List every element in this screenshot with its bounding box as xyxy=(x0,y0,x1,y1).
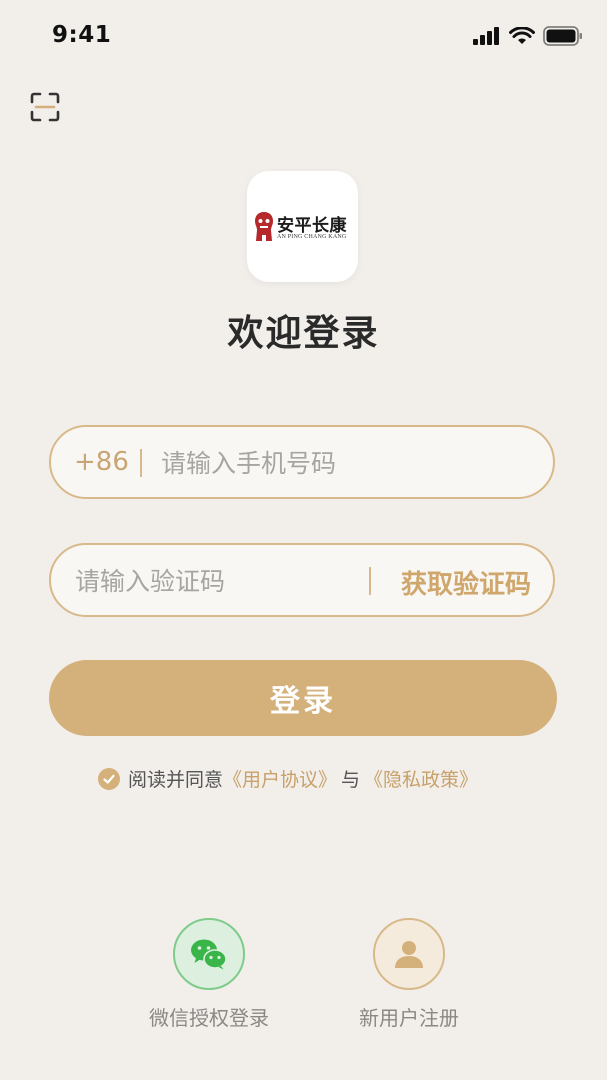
agreement-text: 阅读并同意 xyxy=(128,769,224,791)
logo-mark-icon xyxy=(255,212,273,241)
status-time: 9:41 xyxy=(52,22,112,48)
signal-icon xyxy=(473,27,499,45)
phone-input[interactable] xyxy=(161,443,531,483)
wechat-login[interactable]: 微信授权登录 xyxy=(129,918,289,1031)
agreement-join-text: 与 xyxy=(341,769,361,791)
register-button[interactable] xyxy=(373,918,445,990)
agreement-checkbox[interactable] xyxy=(98,767,120,790)
page-title: 欢迎登录 xyxy=(227,312,380,354)
check-icon xyxy=(103,774,115,784)
status-icons xyxy=(473,26,583,46)
logo-cn-name: 安平长康 xyxy=(277,216,347,236)
user-agreement-link[interactable]: 《用户协议》 xyxy=(223,765,337,792)
wifi-icon xyxy=(509,27,535,44)
scan-icon[interactable] xyxy=(30,92,60,122)
privacy-policy-link[interactable]: 《隐私政策》 xyxy=(364,765,478,792)
country-code-prefix[interactable]: +86 xyxy=(74,447,129,477)
phone-field: +86 xyxy=(49,425,555,499)
app-logo: 安平长康 AN PING CHANG KANG xyxy=(247,171,358,282)
new-user-register[interactable]: 新用户注册 xyxy=(329,918,489,1031)
register-label: 新用户注册 xyxy=(359,1006,459,1030)
status-bar: 9:41 xyxy=(0,0,607,72)
verification-code-input[interactable] xyxy=(75,561,355,601)
verification-code-field: 获取验证码 xyxy=(49,543,555,617)
phone-field-divider xyxy=(140,449,142,477)
wechat-login-label: 微信授权登录 xyxy=(149,1006,269,1030)
battery-icon xyxy=(543,26,582,46)
logo-en-name: AN PING CHANG KANG xyxy=(277,234,347,240)
agreement-row: 阅读并同意 《用户协议》 与 《隐私政策》 xyxy=(98,765,478,792)
code-field-divider xyxy=(369,567,371,595)
wechat-login-button[interactable] xyxy=(173,918,245,990)
get-code-button[interactable]: 获取验证码 xyxy=(401,564,531,601)
login-button[interactable]: 登录 xyxy=(49,660,557,736)
user-icon xyxy=(395,941,423,968)
wechat-icon xyxy=(191,939,227,970)
